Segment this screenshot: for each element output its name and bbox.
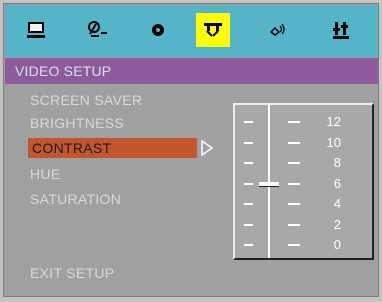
slider-label: 4: [333, 196, 341, 211]
tab-disc[interactable]: [141, 13, 175, 47]
slider-tick-left: [244, 244, 253, 246]
slider-tick-left: [244, 203, 253, 205]
slider-tick-right: [288, 182, 300, 185]
tab-audio[interactable]: [261, 13, 295, 47]
slider-tick-left: [244, 121, 253, 123]
disc-icon: [152, 24, 164, 36]
page-title: VIDEO SETUP: [15, 63, 112, 79]
slider-tick-left: [244, 223, 253, 226]
slider-label: 0: [333, 237, 341, 252]
tab-language[interactable]: [81, 13, 115, 47]
audio-speaker-icon: [269, 23, 285, 36]
slider-tick-right: [288, 244, 300, 246]
menu-item-hue[interactable]: HUE: [30, 164, 60, 184]
video-icon: [204, 23, 222, 37]
osd-screen: VIDEO SETUP SCREEN SAVER BRIGHTNESS CONT…: [0, 0, 382, 302]
monitor-icon: [27, 22, 45, 38]
tab-speaker-setup[interactable]: [324, 13, 358, 47]
slider-label: 6: [333, 175, 341, 191]
contrast-slider[interactable]: 12 10 8 6 4 2 0: [233, 103, 374, 260]
icon-bar: [5, 5, 378, 57]
slider-tick-right: [288, 141, 300, 144]
title-bar: VIDEO SETUP: [5, 58, 378, 84]
equalizer-icon: [333, 22, 349, 39]
language-icon: [88, 21, 107, 37]
slider-label: 10: [326, 134, 341, 150]
slider-label: 8: [333, 155, 341, 170]
menu-item-screen-saver[interactable]: SCREEN SAVER: [30, 90, 142, 110]
menu-item-contrast[interactable]: CONTRAST: [28, 138, 197, 158]
slider-tick-right: [288, 223, 300, 226]
exit-setup-button[interactable]: EXIT SETUP: [30, 265, 114, 281]
tab-general[interactable]: [19, 13, 53, 47]
menu-item-brightness[interactable]: BRIGHTNESS: [30, 113, 124, 133]
submenu-arrow-icon: [201, 140, 214, 156]
slider-thumb[interactable]: [259, 181, 279, 187]
slider-label: 2: [333, 216, 341, 232]
slider-tick-right: [288, 121, 300, 123]
slider-tick-right: [288, 162, 300, 164]
menu-item-saturation[interactable]: SATURATION: [30, 189, 121, 209]
slider-label: 12: [326, 114, 341, 129]
slider-tick-left: [244, 162, 253, 164]
slider-tick-left: [244, 182, 253, 185]
slider-tick-left: [244, 141, 253, 144]
slider-tick-right: [288, 203, 300, 205]
tab-video[interactable]: [196, 13, 230, 47]
